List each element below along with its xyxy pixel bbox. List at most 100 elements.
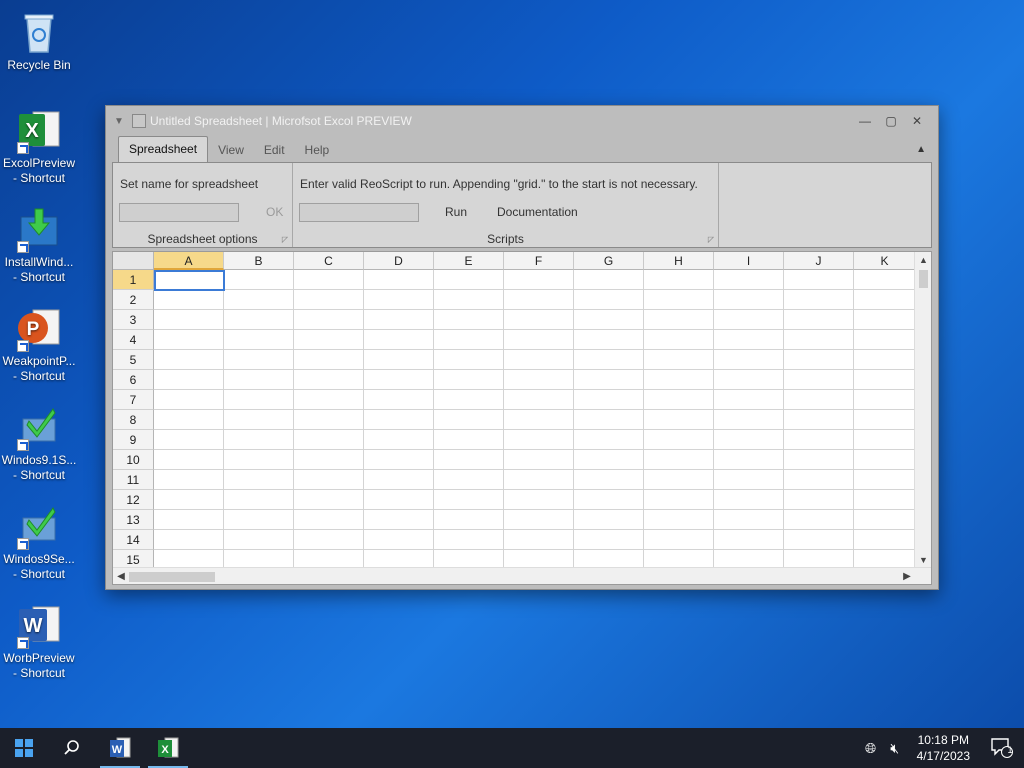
row-header[interactable]: 14 (113, 530, 154, 550)
windows-logo-icon (15, 739, 33, 757)
column-header[interactable]: G (574, 252, 644, 270)
column-header[interactable]: E (434, 252, 504, 270)
desktop-icon-excolpreview[interactable]: X ExcolPreview - Shortcut (0, 106, 78, 186)
dialog-launcher-icon[interactable]: ◸ (282, 235, 288, 244)
window-titlebar[interactable]: ▼ Untitled Spreadsheet | Microfsot Excol… (106, 106, 938, 136)
row-header[interactable]: 7 (113, 390, 154, 410)
word-icon: W (110, 737, 131, 758)
row-header[interactable]: 3 (113, 310, 154, 330)
desktop-icon-label: Windos9.1S... (1, 453, 77, 467)
close-icon[interactable]: ✕ (904, 114, 930, 128)
run-button[interactable]: Run (445, 205, 467, 219)
clock-date: 4/17/2023 (916, 749, 970, 763)
row-header[interactable]: 13 (113, 510, 154, 530)
desktop-icon-label: WeakpointP... (2, 354, 76, 368)
tab-edit[interactable]: Edit (254, 138, 295, 162)
shortcut-arrow-icon (17, 241, 29, 253)
desktop-icon-windos9se[interactable]: Windos9Se... - Shortcut (0, 502, 78, 582)
column-header[interactable]: A (154, 252, 224, 270)
column-header[interactable]: J (784, 252, 854, 270)
set-name-label: Set name for spreadsheet (120, 177, 259, 191)
column-header[interactable]: B (224, 252, 294, 270)
select-all-corner[interactable] (113, 252, 154, 270)
tab-spreadsheet[interactable]: Spreadsheet (118, 136, 209, 162)
desktop-icon-recycle-bin[interactable]: Recycle Bin (0, 8, 78, 73)
svg-text:X: X (161, 744, 169, 756)
column-header[interactable]: I (714, 252, 784, 270)
recycle-bin-icon (15, 8, 63, 56)
install-download-icon (15, 205, 63, 253)
spreadsheet-grid[interactable]: ABCDEFGHIJK 1 2 3 4 5 6 7 8 9 10 11 12 13 14 15 ▲ ▼ ◀ … (112, 251, 932, 585)
shortcut-arrow-icon (17, 637, 29, 649)
tab-help[interactable]: Help (295, 138, 340, 162)
vertical-scrollbar[interactable]: ▲ ▼ (914, 252, 931, 568)
active-cell[interactable] (154, 270, 225, 291)
notification-count: 1 (1007, 745, 1013, 755)
script-input[interactable] (299, 203, 419, 222)
shortcut-arrow-icon (17, 340, 29, 352)
volume-muted-icon[interactable]: 🔇︎ (883, 740, 907, 757)
desktop-icon-installwind[interactable]: InstallWind... - Shortcut (0, 205, 78, 285)
desktop-icon-sublabel: - Shortcut (12, 171, 66, 185)
horizontal-scrollbar[interactable]: ◀ ▶ (113, 567, 931, 584)
row-header[interactable]: 4 (113, 330, 154, 350)
taskbar-word-button[interactable]: W (96, 728, 144, 768)
group-label: Scripts (487, 232, 524, 246)
row-header[interactable]: 11 (113, 470, 154, 490)
collapse-ribbon-icon[interactable]: ▲ (916, 144, 926, 155)
row-header[interactable]: 5 (113, 350, 154, 370)
scroll-thumb[interactable] (919, 270, 928, 288)
ok-button[interactable]: OK (266, 205, 283, 219)
ribbon-panel: Set name for spreadsheet OK Spreadsheet … (112, 162, 932, 248)
column-header[interactable]: F (504, 252, 574, 270)
row-header[interactable]: 10 (113, 450, 154, 470)
desktop-icon-windos91s[interactable]: Windos9.1S... - Shortcut (0, 403, 78, 483)
column-header[interactable]: H (644, 252, 714, 270)
maximize-icon[interactable]: ▢ (878, 114, 904, 128)
network-globe-icon[interactable]: 🌐︎ (859, 740, 883, 757)
tab-view[interactable]: View (208, 138, 254, 162)
svg-text:W: W (112, 744, 123, 756)
column-header[interactable]: C (294, 252, 364, 270)
documentation-button[interactable]: Documentation (497, 205, 578, 219)
row-header[interactable]: 8 (113, 410, 154, 430)
minimize-icon[interactable]: — (852, 114, 878, 128)
spreadsheet-name-input[interactable] (119, 203, 239, 222)
search-button[interactable] (48, 728, 96, 768)
svg-text:W: W (24, 615, 43, 637)
cell-area[interactable] (154, 270, 916, 568)
desktop-icon-label: WorbPreview (3, 651, 75, 665)
dialog-launcher-icon[interactable]: ◸ (708, 235, 714, 244)
group-scripts: Enter valid ReoScript to run. Appending … (293, 163, 719, 247)
clock[interactable]: 10:18 PM 4/17/2023 (907, 732, 980, 764)
desktop-icon-label: Recycle Bin (7, 58, 71, 72)
row-header[interactable]: 9 (113, 430, 154, 450)
start-button[interactable] (0, 728, 48, 768)
desktop-icon-label: InstallWind... (4, 255, 74, 269)
row-header[interactable]: 6 (113, 370, 154, 390)
scroll-left-icon[interactable]: ◀ (113, 568, 129, 584)
excel-icon: X (15, 106, 63, 154)
ribbon-tabs: Spreadsheet View Edit Help ▲ (106, 136, 938, 162)
column-header[interactable]: D (364, 252, 434, 270)
desktop-icon-worbpreview[interactable]: W WorbPreview - Shortcut (0, 601, 78, 681)
action-center-button[interactable]: 1 (980, 728, 1024, 768)
row-header[interactable]: 12 (113, 490, 154, 510)
system-menu-icon[interactable]: ▼ (114, 116, 124, 127)
scroll-right-icon[interactable]: ▶ (899, 568, 915, 584)
taskbar-excel-button[interactable]: X (144, 728, 192, 768)
shortcut-arrow-icon (17, 439, 29, 451)
group-spreadsheet-options: Set name for spreadsheet OK Spreadsheet … (113, 163, 293, 247)
row-header[interactable]: 2 (113, 290, 154, 310)
desktop-icon-weakpointp[interactable]: P WeakpointP... - Shortcut (0, 304, 78, 384)
powerpoint-icon: P (15, 304, 63, 352)
app-icon (132, 114, 146, 128)
row-header[interactable]: 1 (113, 270, 154, 290)
column-header[interactable]: K (854, 252, 916, 270)
scroll-up-icon[interactable]: ▲ (915, 252, 931, 268)
scroll-down-icon[interactable]: ▼ (915, 552, 931, 568)
taskbar: W X 🌐︎ 🔇︎ 10:18 PM 4/17/2023 1 (0, 728, 1024, 768)
scroll-thumb[interactable] (129, 572, 215, 582)
group-label: Spreadsheet options (147, 232, 258, 246)
svg-text:X: X (25, 120, 39, 142)
